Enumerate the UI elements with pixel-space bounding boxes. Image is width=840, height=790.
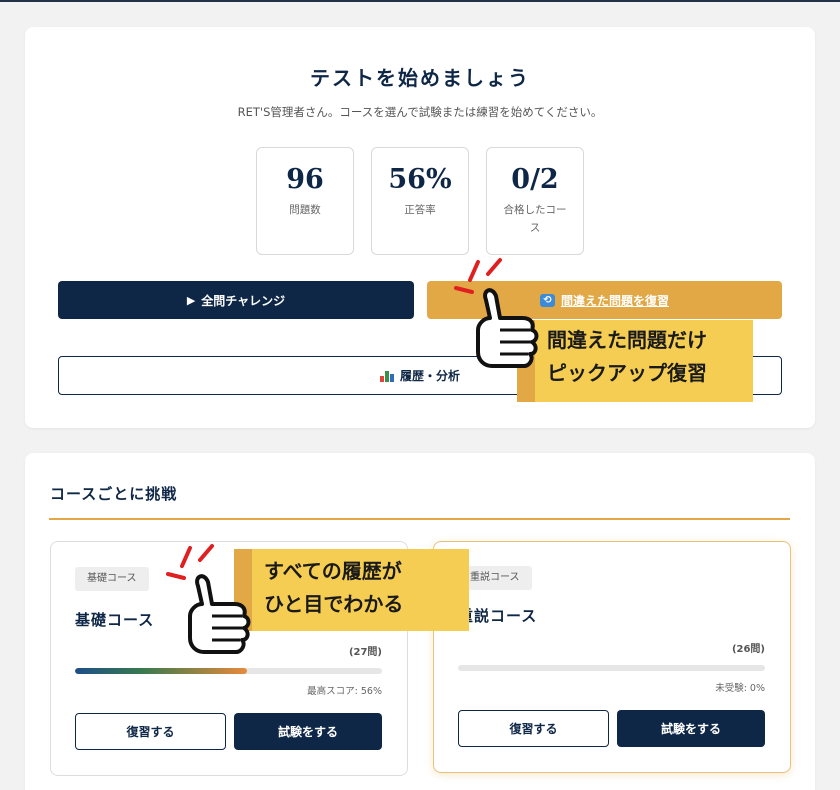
- thumbs-up-icon: [454, 258, 539, 368]
- course-name: 重説コース: [458, 607, 538, 625]
- callout-line: 間違えた問題だけ: [547, 328, 707, 352]
- bar-chart-icon: [379, 370, 394, 382]
- exam-button[interactable]: 試験をする: [234, 713, 382, 750]
- thumbs-up-icon: [166, 544, 251, 654]
- exam-button[interactable]: 試験をする: [617, 710, 765, 747]
- callout-line: ひと目でわかる: [264, 592, 404, 616]
- section-divider: [49, 518, 790, 520]
- callout-line: すべての履歴が: [264, 559, 402, 583]
- page-title: テストを始めましょう: [310, 66, 530, 90]
- stat-value: 96: [286, 164, 324, 195]
- course-tag: 重説コース: [458, 566, 532, 590]
- all-challenge-label: 全問チャレンジ: [201, 293, 286, 308]
- review-button[interactable]: 復習する: [75, 713, 226, 750]
- course-score: 最高スコア: 56%: [307, 686, 382, 697]
- course-score: 未受験: 0%: [715, 683, 765, 694]
- course-name: 基礎コース: [75, 611, 155, 629]
- review-button[interactable]: 復習する: [458, 710, 609, 747]
- stat-passed-courses: 0/2 合格したコース: [486, 147, 584, 255]
- stat-value: 56%: [388, 164, 452, 195]
- stat-question-count: 96 問題数: [256, 147, 354, 255]
- course-tag: 基礎コース: [75, 567, 149, 591]
- course-progress-fill: [75, 668, 247, 674]
- play-icon: ▶: [186, 293, 196, 307]
- page-subtitle: RET'S管理者さん。コースを選んで試験または練習を始めてください。: [237, 105, 603, 119]
- stat-label: 合格したコース: [503, 204, 567, 234]
- review-wrong-label: 間違えた問題を復習: [560, 293, 669, 308]
- stat-label: 正答率: [404, 204, 436, 216]
- stat-accuracy: 56% 正答率: [371, 147, 469, 255]
- callout-history-highlight: すべての履歴が ひと目でわかる: [234, 549, 469, 631]
- course-progress-bar: [75, 668, 382, 674]
- course-progress-bar: [458, 665, 765, 671]
- all-challenge-button[interactable]: ▶ 全問チャレンジ: [58, 281, 414, 319]
- callout-review-highlight: 間違えた問題だけ ピックアップ復習: [517, 320, 753, 402]
- stat-value: 0/2: [511, 164, 559, 195]
- section-title: コースごとに挑戦: [50, 485, 178, 503]
- top-border: [0, 0, 840, 2]
- course-question-count: (26問): [731, 644, 765, 655]
- stat-label: 問題数: [289, 204, 321, 216]
- callout-line: ピックアップ復習: [547, 361, 707, 385]
- course-question-count: (27問): [348, 647, 382, 658]
